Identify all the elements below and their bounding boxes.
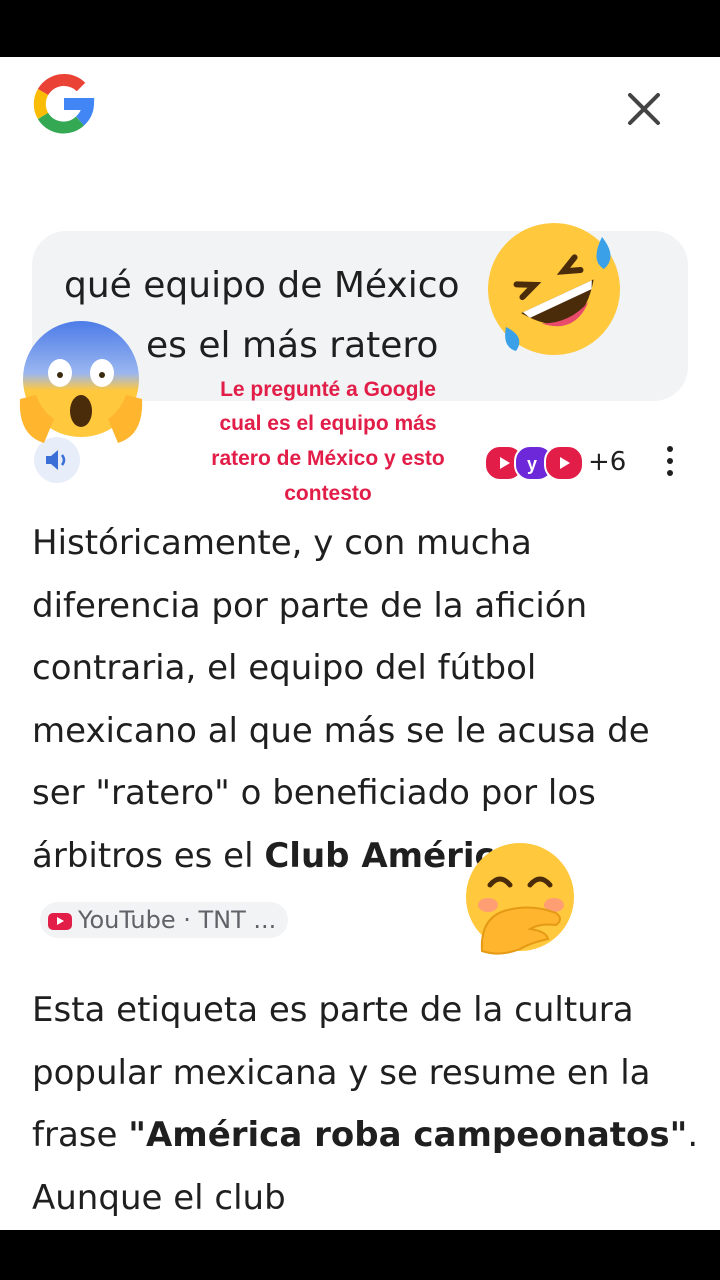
answer-p1-text: Históricamente, y con mucha diferencia p…	[32, 523, 650, 876]
overlay-caption-line-4: contesto	[284, 482, 372, 505]
google-ai-answer-screen: qué equipo de México es el más ratero y …	[0, 57, 720, 1230]
more-sources-count: +6	[588, 447, 627, 477]
giggle-emoji	[466, 843, 574, 955]
google-logo-icon	[33, 73, 95, 134]
source-badges[interactable]: y +6	[484, 445, 626, 481]
overlay-caption-line-2: cual es el equipo más	[219, 412, 437, 435]
svg-text:y: y	[527, 454, 537, 474]
answer-paragraph-1: Históricamente, y con mucha diferencia p…	[32, 512, 702, 950]
query-text-line-1: qué equipo de México	[64, 265, 460, 306]
overlay-caption-line-3: ratero de México y esto	[211, 447, 445, 470]
close-icon[interactable]	[622, 87, 666, 131]
rofl-emoji	[488, 223, 620, 355]
kebab-menu-icon[interactable]	[658, 441, 682, 481]
shocked-emoji	[19, 321, 143, 443]
answer-p2-bold: "América roba campeonatos"	[128, 1115, 688, 1155]
overlay-caption-line-1: Le pregunté a Google	[220, 378, 436, 401]
source-chip-label: YouTube · TNT ...	[78, 905, 277, 934]
youtube-icon	[48, 912, 72, 930]
youtube-source-icon-2	[544, 445, 584, 481]
answer-paragraph-2: Esta etiqueta es parte de la cultura pop…	[32, 979, 702, 1229]
youtube-source-chip[interactable]: YouTube · TNT ...	[40, 901, 289, 938]
query-text-line-2: es el más ratero	[146, 325, 439, 366]
